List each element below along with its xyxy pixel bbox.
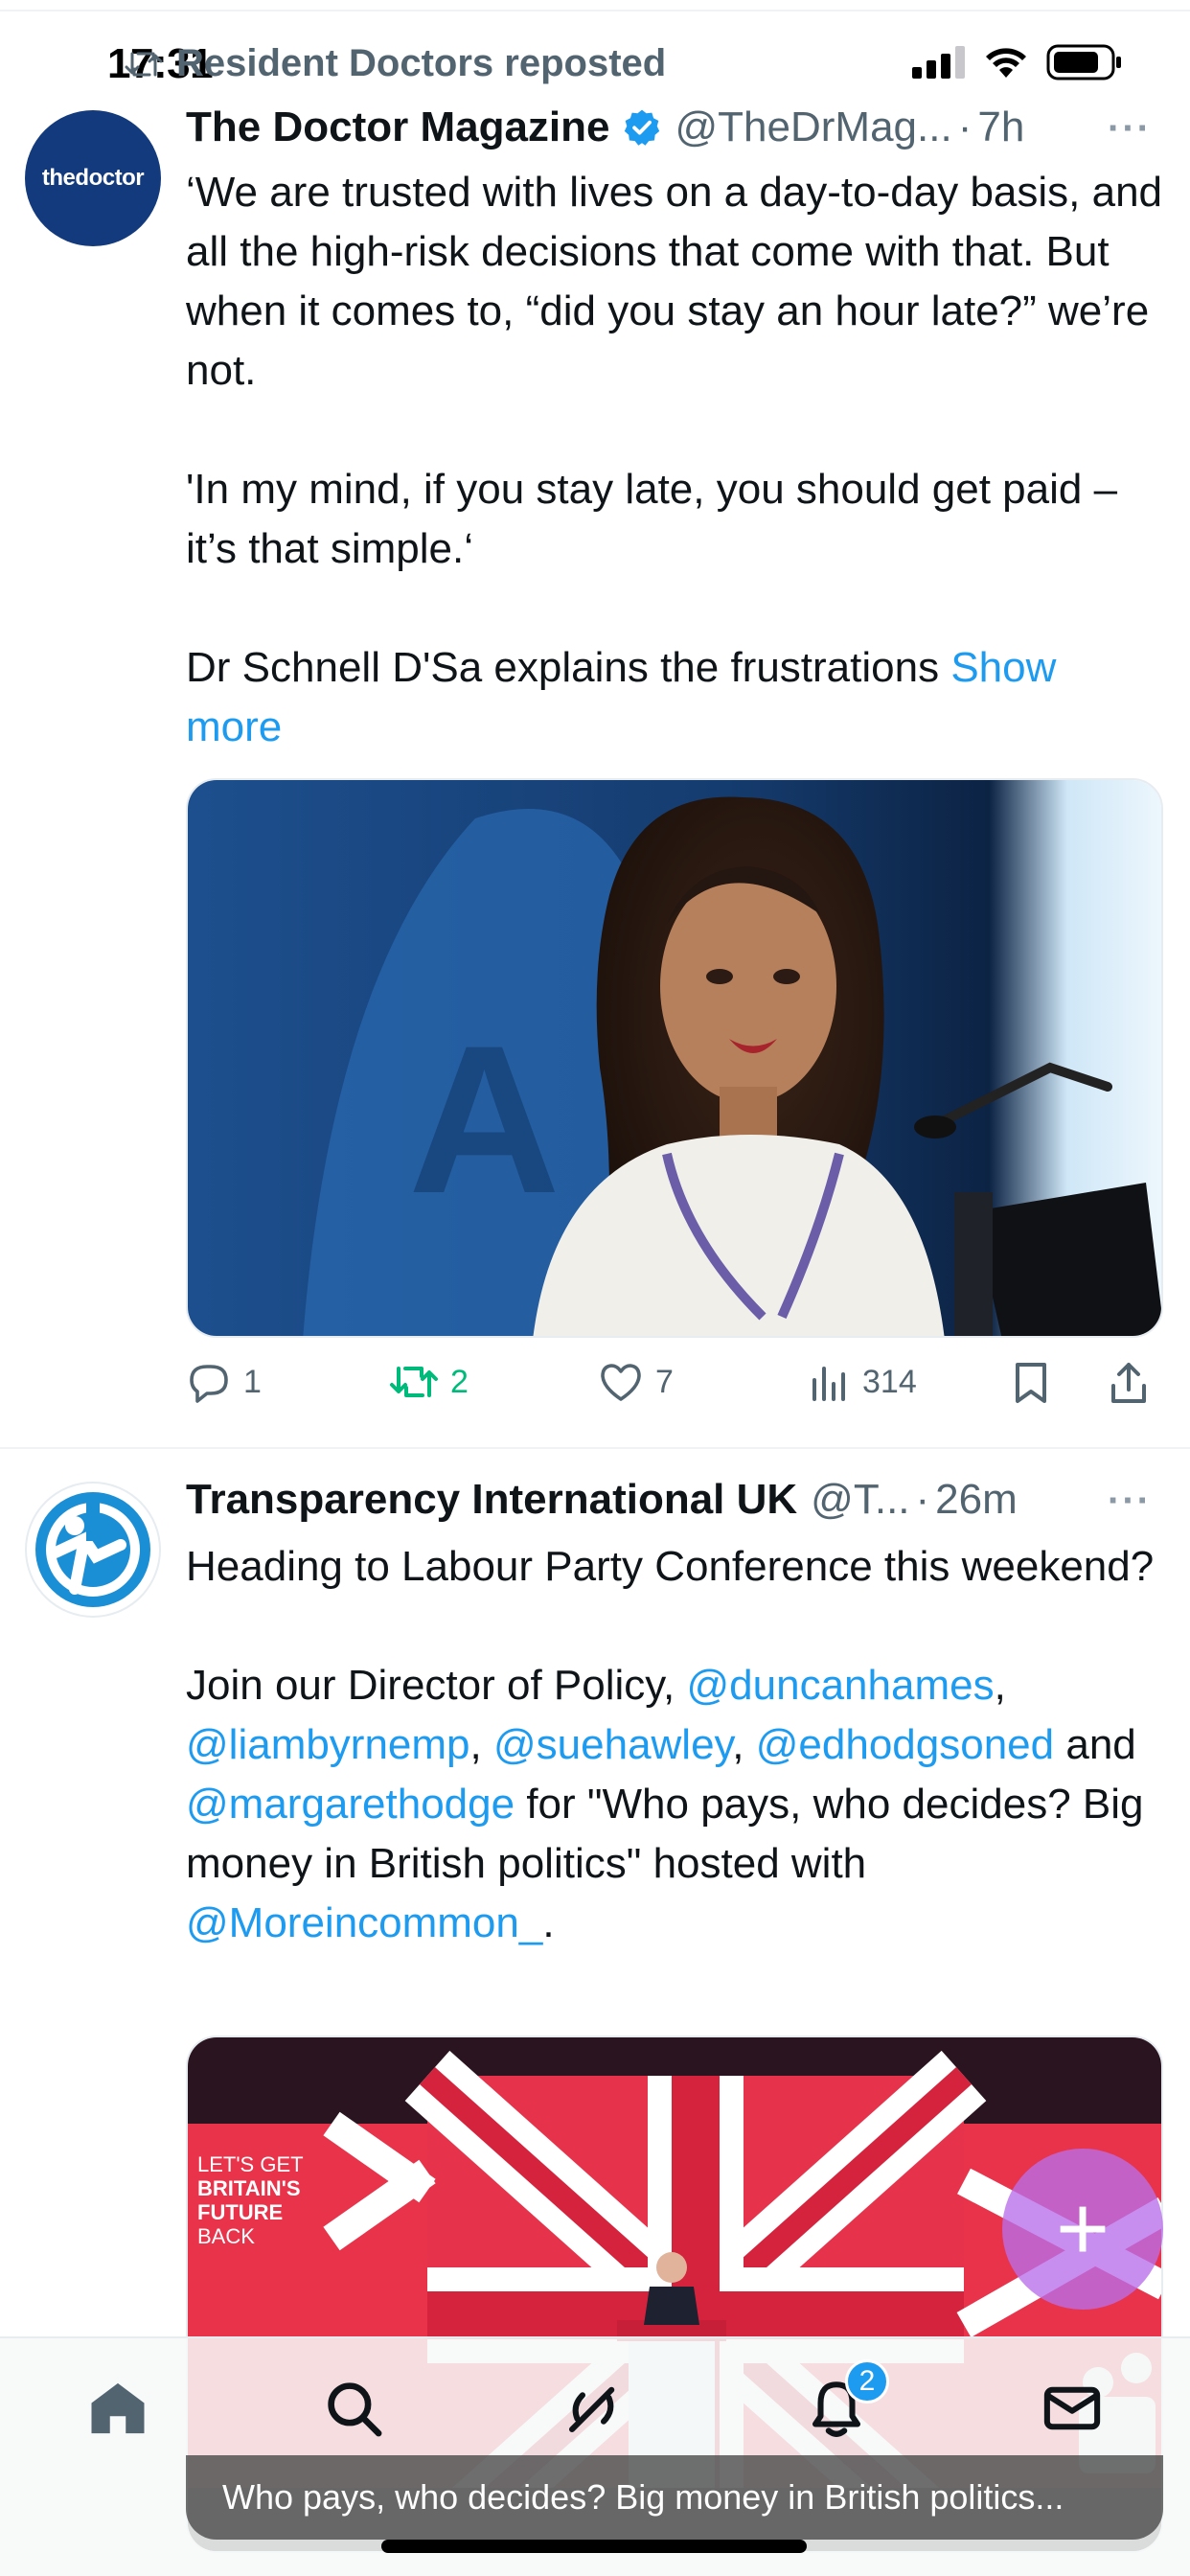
tweet-header: Transparency International UK @T... · 26… bbox=[186, 1476, 1018, 1524]
author-name[interactable]: Transparency International UK bbox=[186, 1476, 797, 1524]
tweet-text: Heading to Labour Party Conference this … bbox=[186, 1537, 1163, 1953]
mention-link[interactable]: @edhodgsoned bbox=[756, 1721, 1054, 1768]
home-icon bbox=[91, 2382, 145, 2434]
avatar-text: thedoctor bbox=[41, 165, 145, 191]
messages-icon bbox=[1043, 2386, 1101, 2430]
reply-count: 1 bbox=[243, 1363, 262, 1400]
text-segment: . bbox=[542, 1899, 555, 1946]
repost-icon bbox=[390, 1367, 438, 1397]
tweet-paragraph: ‘We are trusted with lives on a day-to-d… bbox=[186, 169, 1163, 394]
home-indicator[interactable] bbox=[381, 2540, 807, 2553]
tweet-time[interactable]: 26m bbox=[935, 1476, 1018, 1524]
tweet-divider bbox=[0, 1447, 1190, 1449]
banner-line: BACK bbox=[197, 2224, 255, 2248]
tweet-paragraph: Dr Schnell D'Sa explains the frustration… bbox=[186, 638, 1163, 757]
avatar-the-doctor[interactable]: thedoctor bbox=[25, 110, 161, 246]
cellular-signal-icon bbox=[912, 46, 965, 79]
mention-link[interactable]: @Moreincommon_ bbox=[186, 1899, 542, 1946]
tweet-time[interactable]: 7h bbox=[977, 104, 1024, 151]
mention-link[interactable]: @liambyrnemp bbox=[186, 1721, 470, 1768]
grok-icon bbox=[568, 2386, 615, 2433]
tweet-actions: 1 2 7 314 bbox=[186, 1361, 1163, 1418]
views-chart-icon bbox=[812, 1367, 845, 1401]
bookmark-icon bbox=[1016, 1363, 1046, 1403]
mention-link[interactable]: @duncanhames bbox=[686, 1662, 994, 1709]
text-segment: Join our Director of Policy, bbox=[186, 1662, 687, 1709]
status-icons bbox=[912, 44, 1123, 80]
media-caption[interactable]: Who pays, who decides? Big money in Brit… bbox=[186, 2455, 1163, 2540]
tweet-text: ‘We are trusted with lives on a day-to-d… bbox=[186, 163, 1163, 757]
more-options-icon[interactable]: ··· bbox=[1108, 107, 1152, 150]
text-segment: and bbox=[1054, 1721, 1136, 1768]
mention-link[interactable]: @margarethodge bbox=[186, 1781, 515, 1828]
text-segment: , bbox=[994, 1662, 1006, 1709]
like-count: 7 bbox=[655, 1363, 674, 1400]
heart-icon bbox=[601, 1364, 641, 1401]
view-count: 314 bbox=[862, 1363, 917, 1400]
more-options-icon[interactable]: ··· bbox=[1108, 1480, 1152, 1523]
tweet-header: The Doctor Magazine @TheDrMag... · 7h bbox=[186, 104, 1024, 151]
notification-badge: 2 bbox=[845, 2359, 889, 2404]
repost-icon bbox=[125, 52, 163, 76]
nav-messages[interactable] bbox=[1041, 2377, 1104, 2445]
nav-home[interactable] bbox=[86, 2377, 149, 2445]
author-handle[interactable]: @TheDrMag... bbox=[675, 104, 952, 151]
share-icon bbox=[1111, 1363, 1146, 1403]
reply-icon bbox=[190, 1365, 228, 1403]
text-segment: , bbox=[469, 1721, 493, 1768]
separator-dot: · bbox=[915, 1476, 930, 1523]
repost-count: 2 bbox=[450, 1363, 469, 1400]
repost-banner-text: Resident Doctors reposted bbox=[176, 42, 667, 84]
mention-link[interactable]: @suehawley bbox=[493, 1721, 732, 1768]
verified-badge-icon bbox=[622, 107, 662, 148]
search-icon bbox=[328, 2382, 382, 2437]
tweet-paragraph-text: Dr Schnell D'Sa explains the frustration… bbox=[186, 644, 940, 691]
repost-button[interactable]: 2 bbox=[389, 1361, 469, 1403]
separator-dot: · bbox=[957, 104, 973, 150]
media-caption-text: Who pays, who decides? Big money in Brit… bbox=[222, 2477, 1064, 2517]
tweet-paragraph: 'In my mind, if you stay late, you shoul… bbox=[186, 466, 1118, 572]
like-button[interactable]: 7 bbox=[598, 1361, 674, 1403]
banner-line: FUTURE bbox=[197, 2200, 283, 2224]
share-button[interactable] bbox=[1108, 1361, 1150, 1405]
nav-grok[interactable] bbox=[561, 2377, 625, 2445]
reply-button[interactable]: 1 bbox=[186, 1361, 262, 1403]
author-handle[interactable]: @T... bbox=[811, 1476, 909, 1524]
wifi-icon bbox=[986, 48, 1026, 78]
background-letter: A bbox=[408, 1001, 561, 1237]
plus-icon: + bbox=[1055, 2177, 1110, 2280]
bookmark-button[interactable] bbox=[1012, 1361, 1050, 1405]
battery-icon bbox=[1046, 44, 1121, 80]
banner-line: LET'S GET bbox=[197, 2152, 304, 2176]
nav-search[interactable] bbox=[322, 2377, 385, 2445]
tweet-paragraph: Join our Director of Policy, @duncanhame… bbox=[186, 1656, 1163, 1953]
repost-banner: Resident Doctors reposted bbox=[125, 42, 666, 85]
tweet-paragraph: Heading to Labour Party Conference this … bbox=[186, 1543, 1155, 1590]
text-segment: , bbox=[732, 1721, 756, 1768]
top-divider bbox=[0, 10, 1190, 12]
views-button[interactable]: 314 bbox=[809, 1361, 917, 1403]
tweet-image-speaker[interactable]: A bbox=[186, 778, 1163, 1338]
author-name[interactable]: The Doctor Magazine bbox=[186, 104, 610, 151]
avatar-transparency-international[interactable] bbox=[25, 1482, 161, 1618]
compose-button[interactable]: + bbox=[1002, 2149, 1163, 2310]
banner-line: BRITAIN'S bbox=[197, 2176, 301, 2200]
